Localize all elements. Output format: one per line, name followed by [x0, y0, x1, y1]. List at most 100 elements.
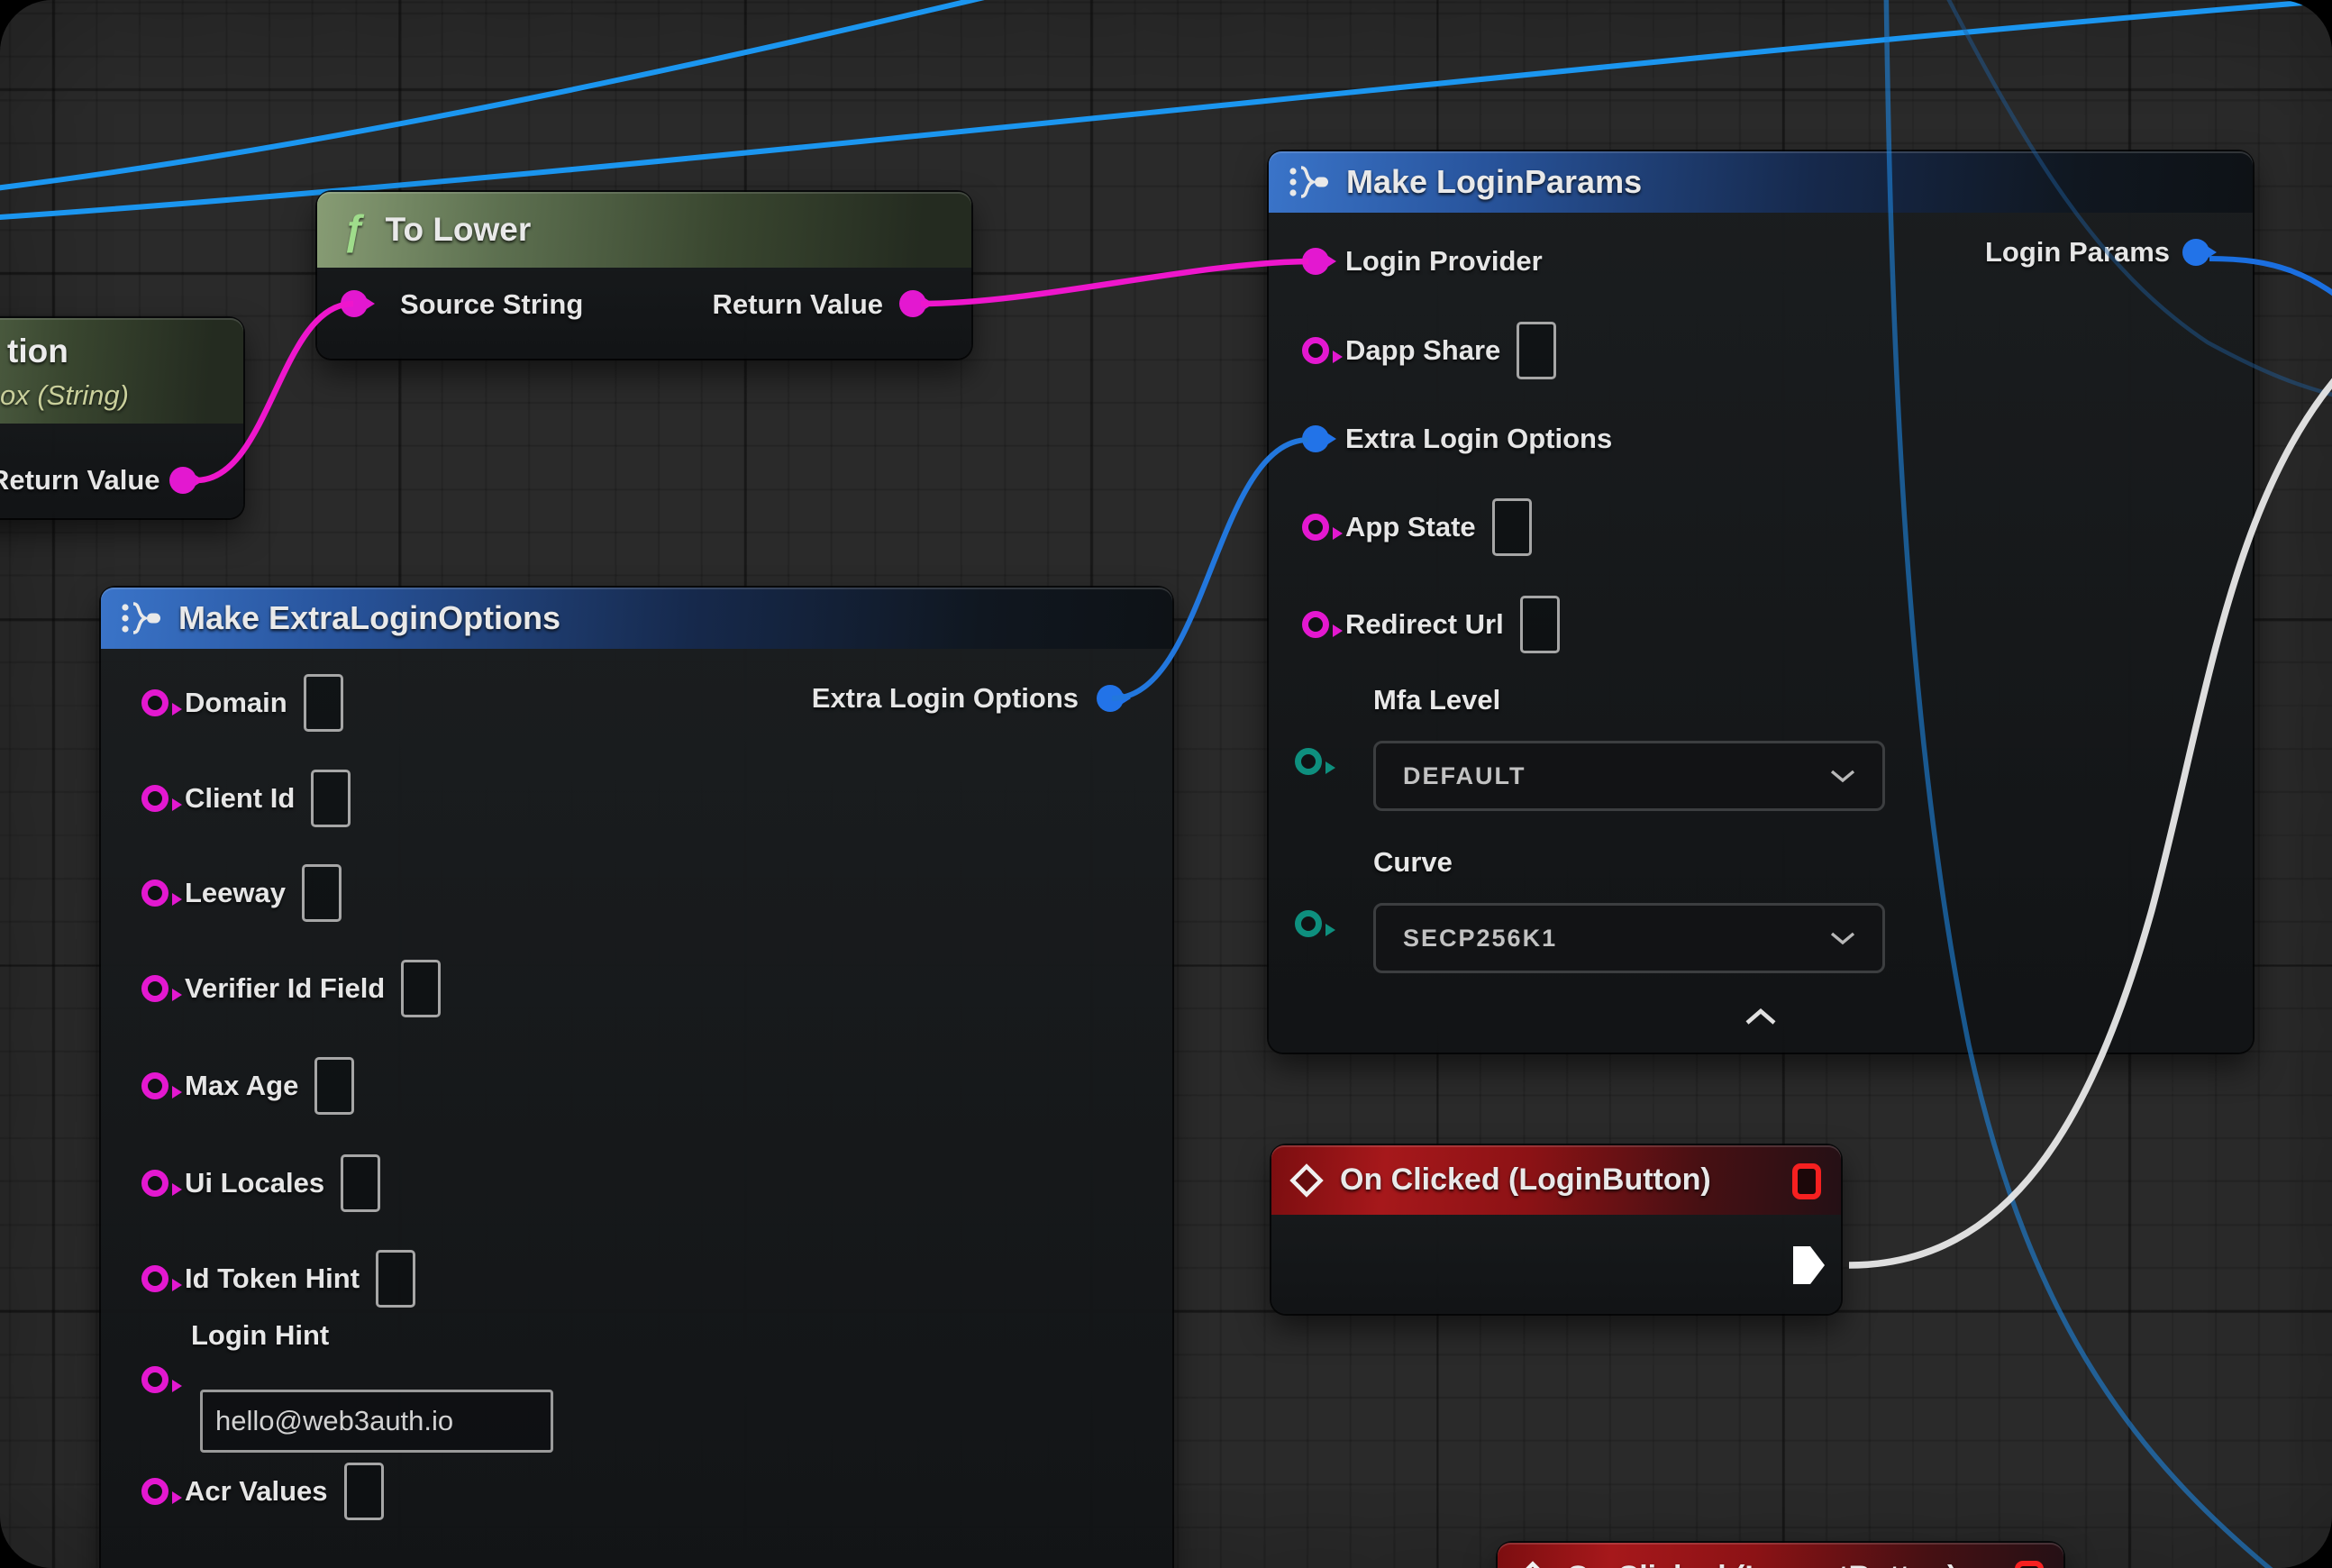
pin-label-login-provider: Login Provider: [1345, 245, 1543, 278]
node-header[interactable]: ƒ To Lower: [317, 192, 971, 268]
pin-label-client-id: Client Id: [185, 782, 295, 815]
node-header[interactable]: Make ExtraLoginOptions: [101, 588, 1172, 649]
pin-label-return-value: Return Value: [713, 288, 884, 321]
node-subtitle-fragment: ox (String): [0, 379, 129, 412]
pin-return-value[interactable]: [169, 467, 196, 494]
exec-output-pin[interactable]: [1790, 1244, 1826, 1286]
pin-row-id-token-hint: Id Token Hint: [141, 1247, 415, 1310]
pin-label-extra-login-options-out: Extra Login Options: [812, 682, 1079, 715]
pin-acr-values[interactable]: [141, 1478, 169, 1505]
bind-square-icon[interactable]: [2015, 1561, 2044, 1568]
pin-label-id-token-hint: Id Token Hint: [185, 1263, 360, 1295]
pin-leeway[interactable]: [141, 880, 169, 907]
node-title: On Clicked (LoginButton): [1340, 1162, 1711, 1198]
pin-row-client-id: Client Id: [141, 767, 351, 830]
pin-mfa-level[interactable]: [1295, 748, 1322, 775]
pin-row-domain: Domain: [141, 671, 343, 734]
pin-id-token-hint[interactable]: [141, 1265, 169, 1292]
mfa-level-dropdown[interactable]: DEFAULT: [1373, 741, 1885, 811]
node-partial-function[interactable]: tion ox (String) Return Value: [0, 318, 243, 518]
pin-login-params-out[interactable]: [2182, 239, 2209, 266]
blueprint-canvas[interactable]: tion ox (String) Return Value ƒ To Lower…: [0, 0, 2332, 1568]
pin-label-extra-login-options: Extra Login Options: [1345, 423, 1612, 455]
curve-value: SECP256K1: [1403, 925, 1557, 953]
pin-label-ui-locales: Ui Locales: [185, 1167, 324, 1199]
dropdown-chevron-icon: [1830, 932, 1855, 945]
node-make-extra-login-options[interactable]: Make ExtraLoginOptions Extra Login Optio…: [101, 588, 1172, 1568]
value-box-app-state[interactable]: [1492, 498, 1532, 556]
pin-row-login-provider: Login Provider: [1302, 230, 1543, 293]
pin-return-value[interactable]: [899, 290, 926, 317]
pin-label-verifier-id-field: Verifier Id Field: [185, 972, 385, 1005]
pin-label-acr-values: Acr Values: [185, 1475, 328, 1508]
collapse-chevron-icon[interactable]: [1744, 1007, 1777, 1030]
pin-login-hint[interactable]: [141, 1366, 169, 1393]
pin-extra-login-options-out[interactable]: [1097, 685, 1124, 712]
pin-curve[interactable]: [1295, 910, 1322, 937]
value-box-dapp-share[interactable]: [1517, 322, 1556, 379]
pin-max-age[interactable]: [141, 1072, 169, 1099]
value-box-id-token-hint[interactable]: [376, 1250, 415, 1308]
pin-row-leeway: Leeway: [141, 861, 342, 925]
pin-label-redirect-url: Redirect Url: [1345, 608, 1504, 641]
event-icon: [1289, 1163, 1324, 1198]
node-title: On Clicked (LogoutButton): [1566, 1560, 1957, 1568]
pin-dapp-share[interactable]: [1302, 337, 1329, 364]
wire-pink-tolower-to-loginprovider[interactable]: [921, 261, 1308, 304]
pin-ui-locales[interactable]: [141, 1170, 169, 1197]
node-to-lower[interactable]: ƒ To Lower Source String Return Value: [317, 192, 971, 359]
event-icon: [1516, 1561, 1550, 1568]
pin-row-ui-locales: Ui Locales: [141, 1152, 380, 1215]
node-title-fragment: tion: [7, 333, 68, 370]
pin-row-dapp-share: Dapp Share: [1302, 319, 1556, 382]
bind-square-icon[interactable]: [1792, 1163, 1821, 1199]
pin-row-acr-values: Acr Values: [141, 1460, 384, 1523]
value-box-verifier-id-field[interactable]: [401, 960, 441, 1017]
pin-label-leeway: Leeway: [185, 877, 286, 909]
pin-client-id[interactable]: [141, 785, 169, 812]
mfa-level-value: DEFAULT: [1403, 762, 1526, 790]
pin-label-dapp-share: Dapp Share: [1345, 334, 1500, 367]
function-icon: ƒ: [342, 205, 366, 254]
pin-redirect-url[interactable]: [1302, 611, 1329, 638]
node-header[interactable]: On Clicked (LoginButton): [1271, 1145, 1841, 1215]
pin-label-login-hint: Login Hint: [191, 1319, 329, 1352]
node-on-clicked-logoutbutton[interactable]: On Clicked (LogoutButton): [1498, 1543, 2063, 1568]
pin-extra-login-options[interactable]: [1302, 425, 1329, 452]
pin-label-max-age: Max Age: [185, 1070, 298, 1102]
value-box-domain[interactable]: [304, 674, 343, 732]
node-header[interactable]: Make LoginParams: [1269, 151, 2253, 213]
pin-row-app-state: App State: [1302, 496, 1532, 559]
node-title: Make ExtraLoginOptions: [178, 599, 560, 637]
value-box-client-id[interactable]: [311, 770, 351, 827]
curve-dropdown[interactable]: SECP256K1: [1373, 903, 1885, 973]
value-box-redirect-url[interactable]: [1520, 596, 1560, 653]
value-box-leeway[interactable]: [302, 864, 342, 922]
pin-label-app-state: App State: [1345, 511, 1476, 543]
login-hint-input[interactable]: hello@web3auth.io: [200, 1390, 553, 1453]
node-title: To Lower: [386, 211, 532, 249]
pin-label-return-value: Return Value: [0, 464, 160, 497]
node-make-login-params[interactable]: Make LoginParams Login Params Login Prov…: [1269, 151, 2253, 1053]
pin-label-curve: Curve: [1373, 846, 1453, 879]
pin-row-redirect-url: Redirect Url: [1302, 593, 1560, 656]
make-struct-icon: [1289, 164, 1330, 200]
pin-verifier-id-field[interactable]: [141, 975, 169, 1002]
value-box-max-age[interactable]: [314, 1057, 354, 1115]
node-title: Make LoginParams: [1346, 163, 1642, 201]
value-box-acr-values[interactable]: [344, 1463, 384, 1520]
pin-label-source-string: Source String: [400, 288, 583, 321]
pin-row-max-age: Max Age: [141, 1054, 354, 1117]
pin-row-extra-login-options: Extra Login Options: [1302, 407, 1612, 470]
node-header[interactable]: On Clicked (LogoutButton): [1498, 1543, 2063, 1568]
node-on-clicked-loginbutton[interactable]: On Clicked (LoginButton): [1271, 1145, 1841, 1314]
pin-row-verifier-id-field: Verifier Id Field: [141, 957, 441, 1020]
pin-label-mfa-level: Mfa Level: [1373, 684, 1500, 716]
pin-source-string[interactable]: [341, 290, 368, 317]
pin-login-provider[interactable]: [1302, 248, 1329, 275]
pin-domain[interactable]: [141, 689, 169, 716]
wire-blue-top-a[interactable]: [0, 0, 1068, 191]
pin-label-login-params-out: Login Params: [1985, 236, 2170, 269]
value-box-ui-locales[interactable]: [341, 1154, 380, 1212]
pin-app-state[interactable]: [1302, 514, 1329, 541]
